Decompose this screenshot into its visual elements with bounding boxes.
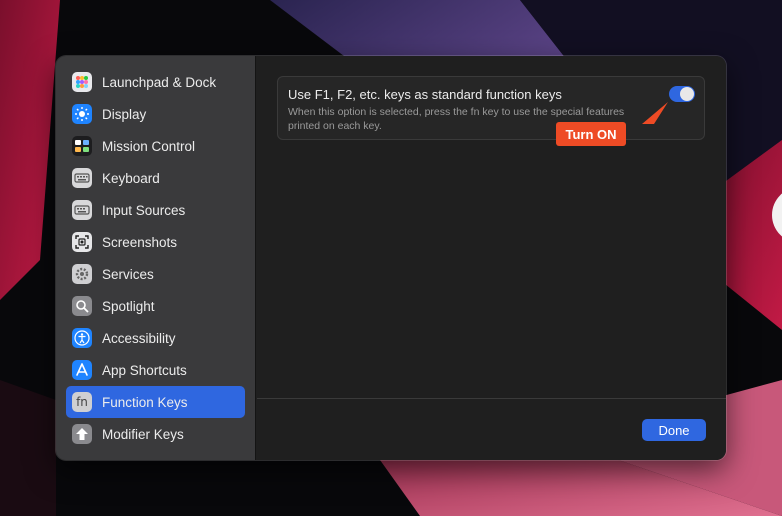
sidebar: Launchpad & Dock Display Mission Control Ke…: [56, 56, 256, 460]
launchpad-icon: [72, 72, 92, 92]
accessibility-icon: [72, 328, 92, 348]
sidebar-item-function-keys[interactable]: fn Function Keys: [66, 386, 245, 418]
sidebar-item-spotlight[interactable]: Spotlight: [66, 290, 245, 322]
sidebar-item-label: Launchpad & Dock: [102, 74, 217, 90]
sidebar-item-modifier-keys[interactable]: Modifier Keys: [66, 418, 245, 450]
sidebar-item-accessibility[interactable]: Accessibility: [66, 322, 245, 354]
sidebar-item-label: Spotlight: [102, 298, 155, 314]
sidebar-item-input-sources[interactable]: Input Sources: [66, 194, 245, 226]
sidebar-item-services[interactable]: Services: [66, 258, 245, 290]
sidebar-item-label: Modifier Keys: [102, 426, 184, 442]
sidebar-item-label: App Shortcuts: [102, 362, 187, 378]
sidebar-item-label: Input Sources: [102, 202, 186, 218]
input-sources-icon: [72, 200, 92, 220]
option-title: Use F1, F2, etc. keys as standard functi…: [288, 87, 562, 102]
function-keys-toggle[interactable]: [669, 86, 695, 102]
sidebar-item-label: Keyboard: [102, 170, 160, 186]
settings-dialog: Launchpad & Dock Display Mission Control Ke…: [56, 56, 726, 460]
sidebar-item-launchpad-dock[interactable]: Launchpad & Dock: [66, 66, 245, 98]
sidebar-item-keyboard[interactable]: Keyboard: [66, 162, 245, 194]
sidebar-item-label: Function Keys: [102, 394, 188, 410]
sidebar-item-label: Accessibility: [102, 330, 176, 346]
function-keys-fn-icon: fn: [72, 392, 92, 412]
sidebar-item-label: Screenshots: [102, 234, 178, 250]
keyboard-icon: [72, 168, 92, 188]
mission-control-icon: [72, 136, 92, 156]
app-shortcuts-icon: [72, 360, 92, 380]
spotlight-magnifier-icon: [72, 296, 92, 316]
footer-divider: [257, 398, 726, 399]
sidebar-item-display[interactable]: Display: [66, 98, 245, 130]
sidebar-item-label: Display: [102, 106, 147, 122]
turn-on-callout: Turn ON: [556, 122, 626, 146]
toggle-knob: [680, 87, 694, 101]
done-button[interactable]: Done: [642, 419, 706, 441]
screenshots-icon: [72, 232, 92, 252]
sidebar-item-app-shortcuts[interactable]: App Shortcuts: [66, 354, 245, 386]
sidebar-item-mission-control[interactable]: Mission Control: [66, 130, 245, 162]
services-gear-icon: [72, 264, 92, 284]
function-keys-option-row: Use F1, F2, etc. keys as standard functi…: [277, 76, 705, 140]
display-icon: [72, 104, 92, 124]
modifier-keys-arrow-icon: [72, 424, 92, 444]
content-pane: Use F1, F2, etc. keys as standard functi…: [257, 56, 726, 460]
sidebar-item-label: Mission Control: [102, 138, 196, 154]
sidebar-item-screenshots[interactable]: Screenshots: [66, 226, 245, 258]
sidebar-item-label: Services: [102, 266, 154, 282]
